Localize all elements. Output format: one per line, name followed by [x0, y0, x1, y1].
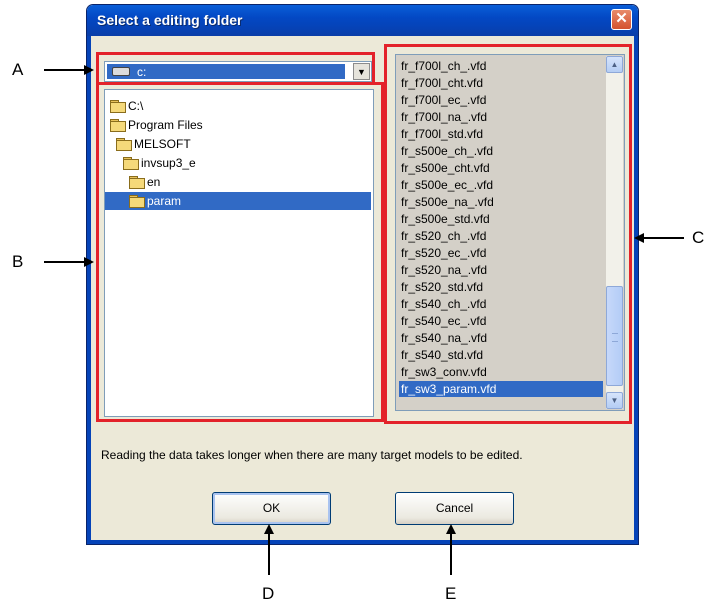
cancel-button[interactable]: Cancel [395, 492, 514, 525]
callout-box-b [96, 82, 384, 422]
window-frame-left [87, 36, 91, 544]
callout-label-d: D [262, 584, 275, 603]
callout-label-a: A [12, 60, 24, 79]
dialog-title: Select a editing folder [97, 12, 243, 28]
window-frame-bottom [87, 540, 638, 544]
close-icon: ✕ [615, 10, 628, 27]
callout-label-b: B [12, 252, 24, 271]
window-frame-right [634, 36, 638, 544]
ok-button[interactable]: OK [212, 492, 331, 525]
callout-label-c: C [692, 228, 705, 247]
title-bar[interactable]: Select a editing folder ✕ [87, 5, 638, 36]
callout-box-c [384, 44, 632, 424]
callout-box-a [96, 52, 375, 85]
close-button[interactable]: ✕ [611, 9, 632, 30]
callout-label-e: E [445, 584, 457, 603]
info-message: Reading the data takes longer when there… [101, 448, 523, 462]
